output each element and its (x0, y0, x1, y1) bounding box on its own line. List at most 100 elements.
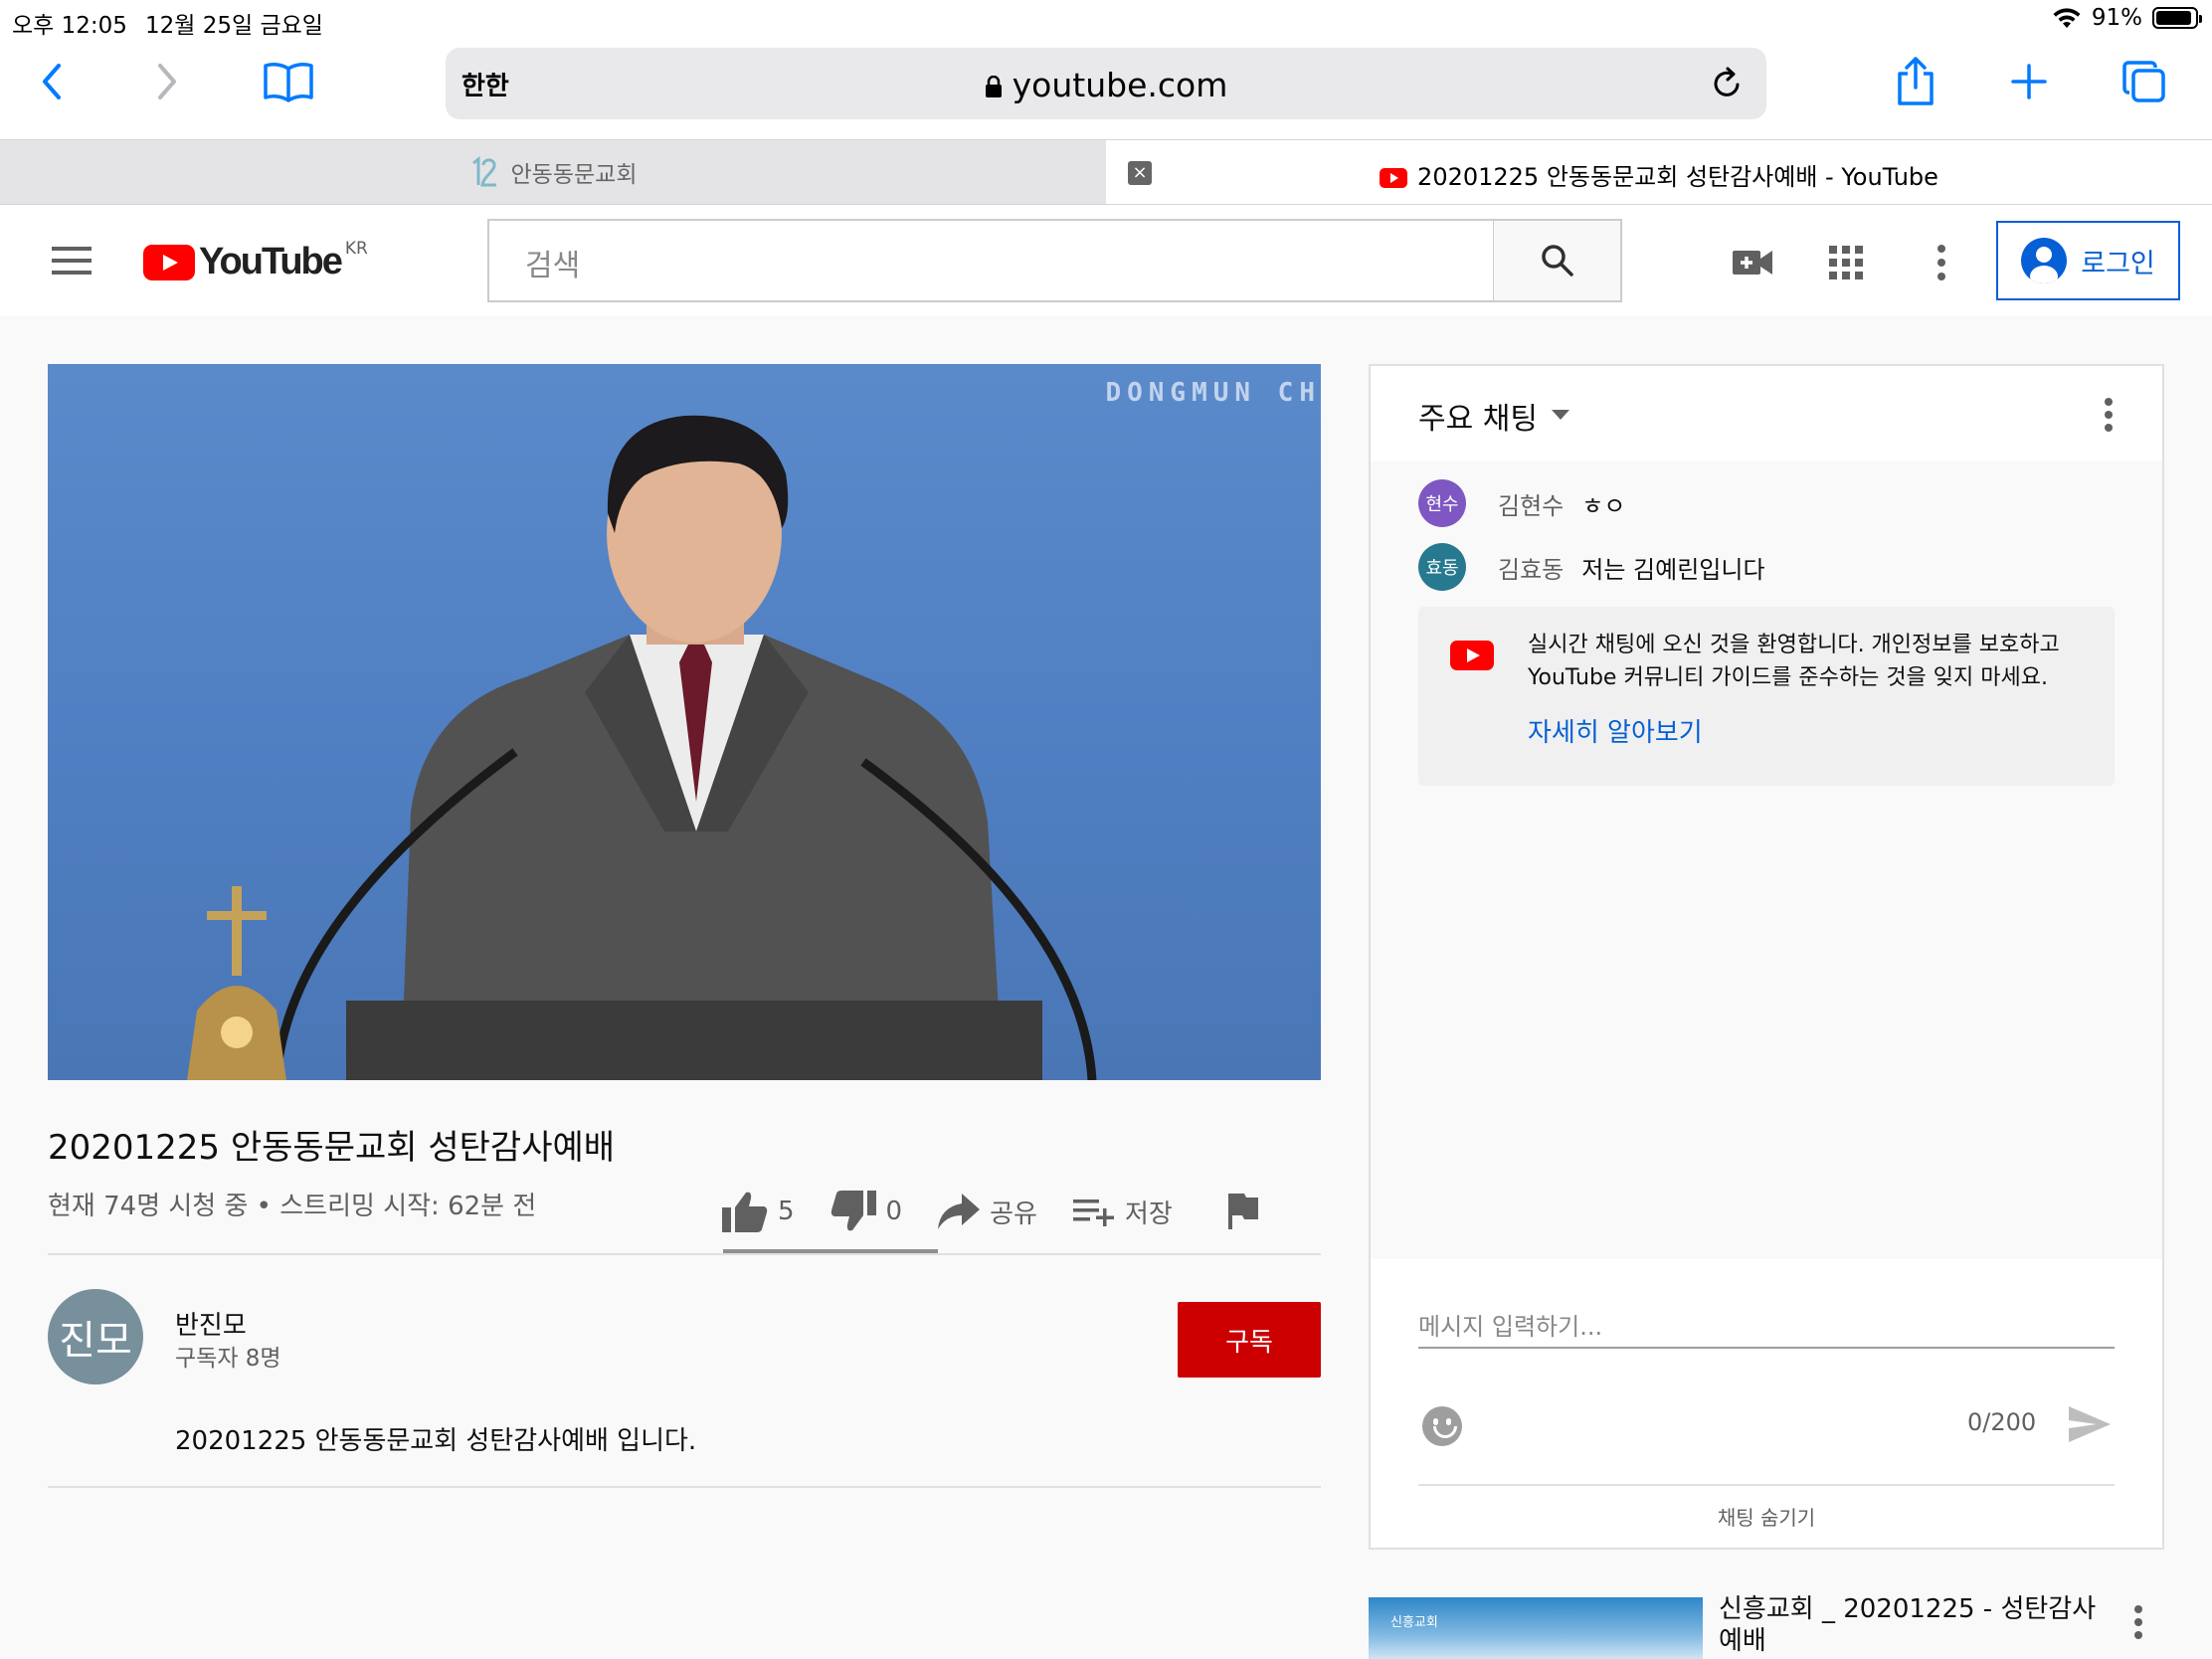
save-button[interactable]: 저장 (1072, 1194, 1173, 1230)
chat-mode-dropdown[interactable]: 주요 채팅 (1418, 394, 1538, 438)
settings-more-button[interactable] (1918, 239, 1965, 286)
tab-title: 안동동문교회 (510, 162, 638, 188)
apps-button[interactable] (1822, 239, 1870, 286)
youtube-favicon-icon (1380, 168, 1408, 188)
chat-message: 효동 김효동 저는 김예린입니다 (1418, 543, 1765, 591)
status-right: 91% (2052, 5, 2202, 31)
youtube-icon (1450, 641, 1494, 670)
author-avatar[interactable]: 현수 (1418, 479, 1466, 527)
chat-header: 주요 채팅 (1371, 366, 2162, 461)
menu-icon[interactable] (52, 247, 92, 276)
thumbs-down-icon (830, 1191, 876, 1231)
login-button[interactable]: 로그인 (1996, 221, 2180, 300)
send-icon[interactable] (2067, 1404, 2113, 1444)
chat-text: 저는 김예린입니다 (1581, 555, 1765, 584)
tab-title-text: 20201225 안동동문교회 성탄감사예배 - YouTube (1417, 163, 1938, 191)
playlist-add-icon (1072, 1199, 1114, 1226)
search-input[interactable]: 검색 (487, 219, 1495, 302)
subscribe-button[interactable]: 구독 (1178, 1302, 1321, 1378)
video-meta: 현재 74명 시청 중 • 스트리밍 시작: 62분 전 (48, 1192, 537, 1221)
channel-avatar[interactable]: 진모 (48, 1289, 143, 1384)
video-player[interactable]: DONGMUN CH (48, 364, 1321, 1080)
welcome-text: 실시간 채팅에 오신 것을 환영합니다. 개인정보를 보호하고 YouTube … (1528, 633, 2060, 690)
chevron-right-icon (158, 64, 176, 99)
back-button[interactable] (24, 54, 80, 109)
chat-text: ㅎㅇ (1581, 491, 1626, 520)
learn-more-link[interactable]: 자세히 알아보기 (1528, 712, 1703, 749)
live-chat: 주요 채팅 현수 김현수 ㅎㅇ 효동 김효동 저는 김예린입니다 실시간 채팅에… (1369, 364, 2164, 1550)
search-icon (1541, 245, 1573, 276)
next-video-more-icon[interactable] (2134, 1605, 2144, 1644)
chat-message-input[interactable]: 메시지 입력하기... (1418, 1303, 2115, 1349)
report-button[interactable] (1226, 1194, 1258, 1229)
share-button[interactable] (1888, 54, 1943, 109)
battery-icon (2152, 7, 2202, 29)
lock-icon (985, 76, 1002, 97)
thumbnail-caption: 신흥교회 (1390, 1615, 1438, 1630)
video-title: 20201225 안동동문교회 성탄감사예배 (48, 1128, 616, 1168)
battery-percent: 91% (2091, 5, 2142, 31)
url-text: youtube.com (1012, 66, 1228, 104)
video-watermark: DONGMUN CH (1105, 378, 1321, 408)
plus-icon (2011, 64, 2047, 99)
church-logo-icon (471, 155, 496, 187)
author-avatar[interactable]: 효동 (1418, 543, 1466, 591)
video-actions: 5 0 공유 저장 (722, 1184, 1294, 1239)
video-frame (187, 415, 1097, 1080)
status-bar: 오후 12:05 12월 25일 금요일 91% (0, 0, 2212, 40)
status-date: 12월 25일 금요일 (145, 13, 323, 39)
reload-icon[interactable] (1707, 64, 1747, 103)
next-video-title[interactable]: 신흥교회 _ 20201225 - 성탄감사예배 (1719, 1593, 2117, 1657)
info-divider (48, 1253, 1321, 1255)
region-code: KR (344, 238, 368, 259)
chat-author[interactable]: 김현수 (1498, 486, 1564, 521)
dislike-count: 0 (885, 1197, 903, 1226)
next-video-thumbnail[interactable]: 신흥교회 (1369, 1597, 1703, 1659)
dislike-button[interactable]: 0 (830, 1191, 903, 1232)
description-divider (48, 1486, 1321, 1488)
share-icon (1898, 57, 1934, 105)
tab-dongmun[interactable]: 안동동문교회 (0, 140, 1106, 204)
bookmarks-button[interactable] (261, 54, 316, 109)
search-placeholder: 검색 (525, 249, 581, 283)
book-icon (264, 63, 313, 102)
forward-button[interactable] (139, 54, 195, 109)
channel-subscribers: 구독자 8명 (175, 1346, 281, 1372)
caret-down-icon[interactable] (1552, 410, 1569, 420)
chat-author[interactable]: 김효동 (1498, 550, 1564, 585)
youtube-logo[interactable]: YouTube KR (143, 238, 368, 283)
chat-welcome-banner: 실시간 채팅에 오신 것을 환영합니다. 개인정보를 보호하고 YouTube … (1418, 607, 2115, 786)
address-bar[interactable]: 한한 youtube.com (446, 48, 1766, 119)
share-arrow-icon (938, 1194, 981, 1229)
create-video-button[interactable] (1729, 239, 1776, 286)
new-tab-button[interactable] (2001, 54, 2057, 109)
youtube-masthead: YouTube KR 검색 로그인 (0, 205, 2212, 316)
tab-title-active: 20201225 안동동문교회 성탄감사예배 - YouTube (1106, 157, 2212, 192)
more-vertical-icon (1937, 245, 1945, 280)
chevron-left-icon (43, 64, 61, 99)
share-label: 공유 (990, 1198, 1037, 1229)
emoji-icon[interactable] (1422, 1406, 1462, 1446)
battery-fill (2156, 11, 2191, 25)
tabs-overview-button[interactable] (2117, 54, 2172, 109)
save-label: 저장 (1124, 1198, 1173, 1229)
video-description: 20201225 안동동문교회 성탄감사예배 입니다. (175, 1426, 697, 1456)
chat-more-icon[interactable] (2105, 398, 2115, 437)
chat-footer-divider (1418, 1484, 2115, 1486)
channel-name[interactable]: 반진모 (175, 1305, 247, 1342)
login-label: 로그인 (2081, 248, 2155, 279)
like-button[interactable]: 5 (722, 1191, 795, 1232)
url-display[interactable]: youtube.com (446, 66, 1766, 104)
tab-youtube[interactable]: × 20201225 안동동문교회 성탄감사예배 - YouTube (1106, 140, 2212, 204)
chat-input-panel: 메시지 입력하기... 0/200 채팅 숨기기 (1371, 1259, 2162, 1548)
browser-toolbar: 한한 youtube.com (0, 40, 2212, 139)
like-count: 5 (778, 1197, 795, 1226)
share-video-button[interactable]: 공유 (938, 1194, 1037, 1230)
wifi-icon (2053, 8, 2081, 28)
flag-icon (1227, 1194, 1258, 1229)
youtube-wordmark: YouTube (199, 241, 343, 282)
thumbs-up-icon (722, 1192, 768, 1232)
hide-chat-button[interactable]: 채팅 숨기기 (1371, 1502, 2162, 1531)
char-counter: 0/200 (1967, 1408, 2037, 1436)
search-button[interactable] (1493, 219, 1622, 302)
